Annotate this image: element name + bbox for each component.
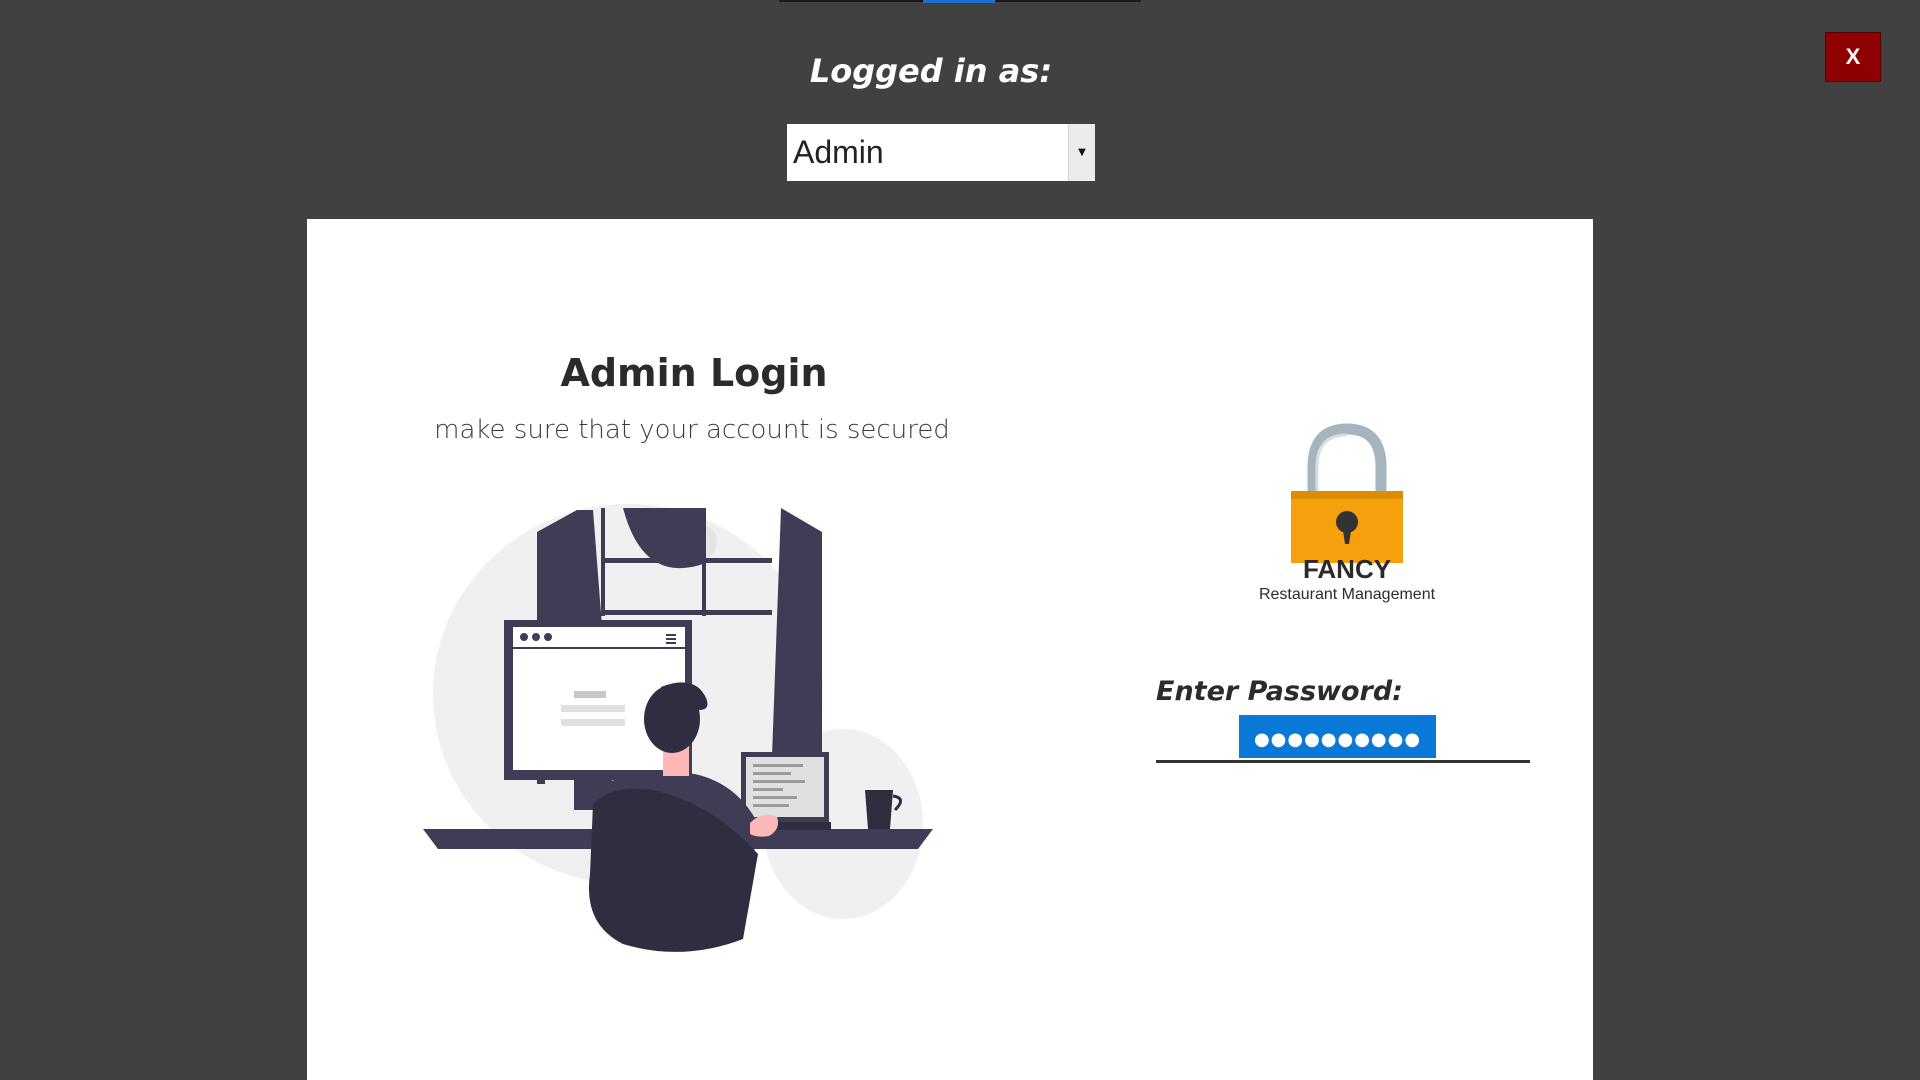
logged-in-label: Logged in as: xyxy=(809,52,1053,90)
login-panel: Admin Login make sure that your account … xyxy=(307,219,1593,1080)
workspace-illustration xyxy=(423,504,933,952)
page-subtitle: make sure that your account is secured xyxy=(434,415,950,445)
top-tab-active-indicator xyxy=(923,0,995,3)
password-label: Enter Password: xyxy=(1156,676,1403,707)
padlock-icon xyxy=(1291,423,1403,563)
brand-name: FANCY xyxy=(1302,554,1392,584)
page-title: Admin Login xyxy=(560,351,828,395)
chevron-down-icon[interactable]: ▼ xyxy=(1068,124,1095,181)
password-value: ●●●●●●●●●● xyxy=(1239,715,1436,758)
role-dropdown-value: Admin xyxy=(793,134,884,170)
password-field[interactable]: ●●●●●●●●●● xyxy=(1156,715,1530,763)
brand-tagline: Restaurant Management xyxy=(1258,586,1436,603)
role-dropdown[interactable]: Admin ▼ xyxy=(787,124,1095,181)
